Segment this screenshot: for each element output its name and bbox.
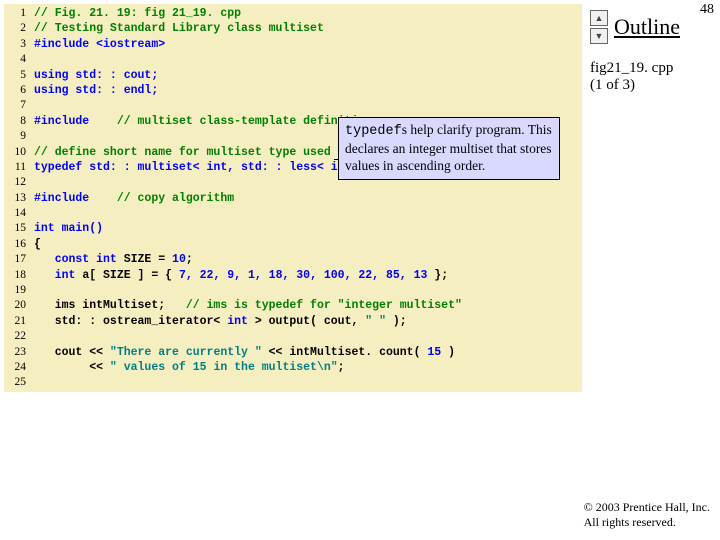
line-number: 4: [6, 52, 26, 67]
line-number: 18: [6, 268, 26, 283]
line-number: 3: [6, 37, 26, 52]
line-number: 12: [6, 175, 26, 190]
code-line: #include <iostream>: [34, 37, 578, 52]
line-number: 21: [6, 314, 26, 329]
line-number: 6: [6, 83, 26, 98]
copyright: © 2003 Prentice Hall, Inc. All rights re…: [584, 500, 710, 530]
code-line: {: [34, 237, 578, 252]
code-panel: 1234567891011121314151617181920212223242…: [4, 4, 582, 392]
line-number: 15: [6, 221, 26, 236]
code-line: int main(): [34, 221, 578, 236]
code-body: // Fig. 21. 19: fig 21_19. cpp// Testing…: [30, 4, 582, 392]
nav-down-button[interactable]: ▼: [590, 28, 608, 44]
file-part: (1 of 3): [590, 77, 635, 93]
nav-up-button[interactable]: ▲: [590, 10, 608, 26]
slide-number: 48: [700, 2, 714, 18]
line-number: 9: [6, 129, 26, 144]
code-line: cout << "There are currently " << intMul…: [34, 345, 578, 360]
code-line: using std: : endl;: [34, 83, 578, 98]
code-line: // Fig. 21. 19: fig 21_19. cpp: [34, 6, 578, 21]
code-line: int a[ SIZE ] = { 7, 22, 9, 1, 18, 30, 1…: [34, 268, 578, 283]
line-number: 20: [6, 298, 26, 313]
callout-box: typedefs help clarify program. This decl…: [338, 117, 560, 180]
code-line: [34, 206, 578, 221]
code-line: [34, 52, 578, 67]
code-line: [34, 283, 578, 298]
line-number: 10: [6, 145, 26, 160]
code-line: ims intMultiset; // ims is typedef for "…: [34, 298, 578, 313]
line-number-gutter: 1234567891011121314151617181920212223242…: [4, 4, 30, 392]
code-line: << " values of 15 in the multiset\n";: [34, 360, 578, 375]
code-line: [34, 329, 578, 344]
line-number: 23: [6, 345, 26, 360]
line-number: 13: [6, 191, 26, 206]
line-number: 14: [6, 206, 26, 221]
line-number: 8: [6, 114, 26, 129]
line-number: 22: [6, 329, 26, 344]
callout-keyword: typedef: [345, 124, 402, 139]
line-number: 19: [6, 283, 26, 298]
code-line: // Testing Standard Library class multis…: [34, 21, 578, 36]
line-number: 16: [6, 237, 26, 252]
line-number: 7: [6, 98, 26, 113]
right-panel: 48 ▲ ▼ Outline fig21_19. cpp (1 of 3): [582, 0, 720, 540]
code-line: #include // copy algorithm: [34, 191, 578, 206]
code-line: [34, 375, 578, 390]
file-name: fig21_19. cpp: [590, 60, 673, 76]
code-line: std: : ostream_iterator< int > output( c…: [34, 314, 578, 329]
code-line: [34, 98, 578, 113]
code-line: using std: : cout;: [34, 68, 578, 83]
line-number: 25: [6, 375, 26, 390]
file-label: fig21_19. cpp (1 of 3): [590, 60, 673, 94]
outline-label: Outline: [614, 14, 680, 40]
line-number: 11: [6, 160, 26, 175]
code-line: const int SIZE = 10;: [34, 252, 578, 267]
nav-buttons: ▲ ▼: [590, 10, 608, 44]
line-number: 17: [6, 252, 26, 267]
line-number: 1: [6, 6, 26, 21]
outline-block: ▲ ▼ Outline: [590, 10, 680, 44]
line-number: 24: [6, 360, 26, 375]
copyright-line2: All rights reserved.: [584, 515, 676, 529]
copyright-line1: © 2003 Prentice Hall, Inc.: [584, 500, 710, 514]
line-number: 2: [6, 21, 26, 36]
line-number: 5: [6, 68, 26, 83]
